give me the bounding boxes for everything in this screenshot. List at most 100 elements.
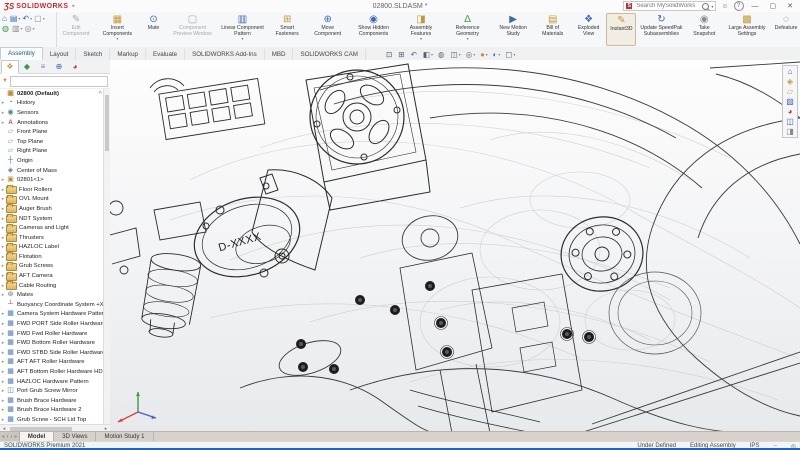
ribbon-button[interactable]: ▢ Component Preview Window [168, 13, 218, 46]
panel-tab[interactable]: ≡ [35, 61, 51, 73]
qat-button[interactable]: ▤ ▾ [10, 14, 21, 23]
ribbon-button[interactable]: ◉ Take Snapshot [686, 13, 722, 46]
ribbon-button[interactable]: ▦ Insert Components ▾ [95, 13, 139, 46]
tree-item[interactable]: ▸ Grub Screw - SCH Lid Top [0, 415, 104, 424]
tree-item[interactable]: ▸ History [0, 99, 104, 109]
qat-button[interactable]: ▥ ▾ [12, 24, 23, 33]
tree-item[interactable]: Right Plane [0, 147, 104, 157]
tree-item[interactable]: ▸ 02801<1> [0, 175, 104, 185]
view-toolbar-button[interactable]: ⊡ [386, 50, 393, 59]
ribbon-button[interactable]: ∆ Reference Geometry ▾ [443, 13, 491, 46]
tree-vertical-scrollbar[interactable] [103, 89, 110, 424]
tree-item[interactable]: ▸ Brush Brace Hardware [0, 396, 104, 406]
tab-nav-arrow-icon[interactable]: « [2, 434, 5, 440]
restore-button[interactable]: ▢ [767, 2, 780, 10]
qat-button[interactable]: ◍ [2, 24, 10, 33]
qat-button[interactable]: ⌂ [2, 14, 8, 23]
qat-button[interactable]: ▢ ▾ [34, 14, 45, 23]
tab-nav-arrow-icon[interactable]: » [14, 434, 17, 440]
tree-item[interactable]: ▸ Cable Routing [0, 281, 104, 291]
ribbon-button[interactable]: ▥ Linear Component Pattern ▾ [218, 13, 268, 46]
panel-tab[interactable]: ❖ [1, 60, 19, 74]
view-toolbar-button[interactable]: ↶ [411, 50, 418, 59]
tree-item[interactable]: ▸ AFT Bottom Roller Hardware HD [0, 367, 104, 377]
tree-item[interactable]: Center of Mass [0, 166, 104, 176]
tree-item[interactable]: ▸ Cameras and Light [0, 223, 104, 233]
view-toolbar-button[interactable]: ⊞ [398, 50, 405, 59]
task-pane-tab[interactable]: ◈ [787, 77, 793, 86]
view-toolbar-button[interactable]: ◐ ▾ [493, 50, 501, 59]
ribbon-button[interactable]: ⊙ Mate [140, 13, 168, 46]
ribbon-button[interactable]: ▤ Bill of Materials [535, 13, 571, 46]
tree-item[interactable]: ▸ Mates [0, 290, 104, 300]
ribbon-button[interactable]: ❖ Exploded View [571, 13, 607, 46]
tree-item[interactable]: ▸ Flotation [0, 252, 104, 262]
tree-item[interactable]: ▸ FWD Fwd Roller Hardware [0, 329, 104, 339]
ribbon-button[interactable]: ▶ New Motion Study [492, 13, 535, 46]
tree-item[interactable]: ▸ Auger Brush [0, 204, 104, 214]
view-toolbar-button[interactable]: ◎ ▾ [466, 50, 476, 59]
view-toolbar-button[interactable]: ◫ ▾ [451, 50, 461, 59]
feedback-icon[interactable]: ☺ [721, 3, 728, 10]
ribbon-button[interactable]: ◌ Defeature [772, 13, 800, 46]
close-button[interactable]: ✕ [784, 2, 796, 10]
tab-nav-arrow-icon[interactable]: › [10, 434, 12, 440]
graphics-viewport[interactable]: D-XXXX [110, 60, 800, 433]
tree-item[interactable]: ▸ Port Grub Screw Mirror [0, 386, 104, 396]
tree-item[interactable]: ▸ AFT Camera [0, 271, 104, 281]
tree-item[interactable]: ▸ HAZLOC Label [0, 243, 104, 253]
tree-item[interactable]: ▸ Sensors [0, 108, 104, 118]
ribbon-button[interactable]: ✎ Instant3D [606, 13, 636, 46]
ribbon-tab[interactable]: Layout [43, 49, 77, 60]
ribbon-tab[interactable]: MBD [265, 49, 294, 60]
task-pane-tab[interactable]: ◨ [786, 127, 794, 136]
model-tab[interactable]: Motion Study 1 [96, 432, 153, 441]
tree-root-item[interactable]: 02800 (Default) ^ [0, 89, 104, 99]
scrollbar-thumb[interactable] [105, 95, 109, 151]
model-tab[interactable]: 3D Views [54, 432, 96, 441]
tree-filter-input[interactable] [10, 76, 108, 87]
tree-item[interactable]: ▸ NDT System [0, 214, 104, 224]
tree-item[interactable]: ▸ AFT AFT Roller Hardware [0, 358, 104, 368]
task-pane-tab[interactable]: ⌂ [788, 67, 793, 76]
tree-item[interactable]: Front Plane [0, 127, 104, 137]
tree-item[interactable]: ▸ HAZLOC Hardware Pattern [0, 377, 104, 387]
view-toolbar-button[interactable]: ◧ ▾ [423, 50, 433, 59]
ribbon-button[interactable]: ↻ Update SpeedPak Subassemblies [636, 13, 686, 46]
qat-button[interactable]: ↶ ▾ [22, 14, 32, 23]
ribbon-tab[interactable]: Assembly [0, 47, 43, 60]
search-dropdown-icon[interactable]: ▾ [711, 4, 713, 9]
tree-item[interactable]: Origin [0, 156, 104, 166]
task-pane-tab[interactable]: ◫ [786, 117, 794, 126]
view-toolbar-button[interactable]: ◍ [438, 50, 446, 59]
tree-item[interactable]: Top Plane [0, 137, 104, 147]
model-tab[interactable]: Model [20, 432, 54, 441]
ribbon-button[interactable]: ◨ Assembly Features ▾ [399, 13, 444, 46]
status-options-icon[interactable]: ◎ [791, 443, 796, 450]
help-icon[interactable]: ? [734, 1, 744, 11]
tree-item[interactable]: ▸ Floor Rollers [0, 185, 104, 195]
tree-item[interactable]: ▸ FWD PORT Side Roller Hardware [0, 319, 104, 329]
ribbon-button[interactable]: ✎ Edit Component [57, 13, 95, 46]
search-input[interactable] [634, 2, 700, 10]
panel-tab[interactable]: ◆ [19, 61, 35, 73]
tree-item[interactable]: ▸ Grub Screws [0, 262, 104, 272]
ribbon-button[interactable]: ⊞ Smart Fasteners [268, 13, 307, 46]
qat-button[interactable]: ◎ ▾ [25, 24, 35, 33]
search-box[interactable]: S ▾ [623, 1, 716, 11]
tree-item[interactable]: ▸ Annotations [0, 118, 104, 128]
search-icon[interactable] [702, 3, 709, 10]
panel-tab[interactable]: ⊕ [51, 61, 67, 73]
ribbon-button[interactable]: ⊕ Move Component [307, 13, 349, 46]
view-toolbar-button[interactable]: ● ▾ [480, 50, 488, 59]
task-pane-tab[interactable]: ▨ [786, 97, 794, 106]
ribbon-tab[interactable]: SOLIDWORKS CAM [293, 49, 365, 60]
ribbon-button[interactable]: ▩ Large Assembly Settings [722, 13, 772, 46]
ribbon-button[interactable]: ◉ Show Hidden Components [349, 13, 399, 46]
task-pane-tab[interactable]: ▱ [787, 87, 793, 96]
tree-item[interactable]: Buoyancy Coordinate System +X [0, 300, 104, 310]
tree-item[interactable]: ▸ Thrusters [0, 233, 104, 243]
tree-item[interactable]: ▸ Brush Brace Hardware 2 [0, 406, 104, 416]
ribbon-tab[interactable]: SOLIDWORKS Add-Ins [185, 49, 265, 60]
view-toolbar-button[interactable]: ▢ ▾ [505, 50, 515, 59]
